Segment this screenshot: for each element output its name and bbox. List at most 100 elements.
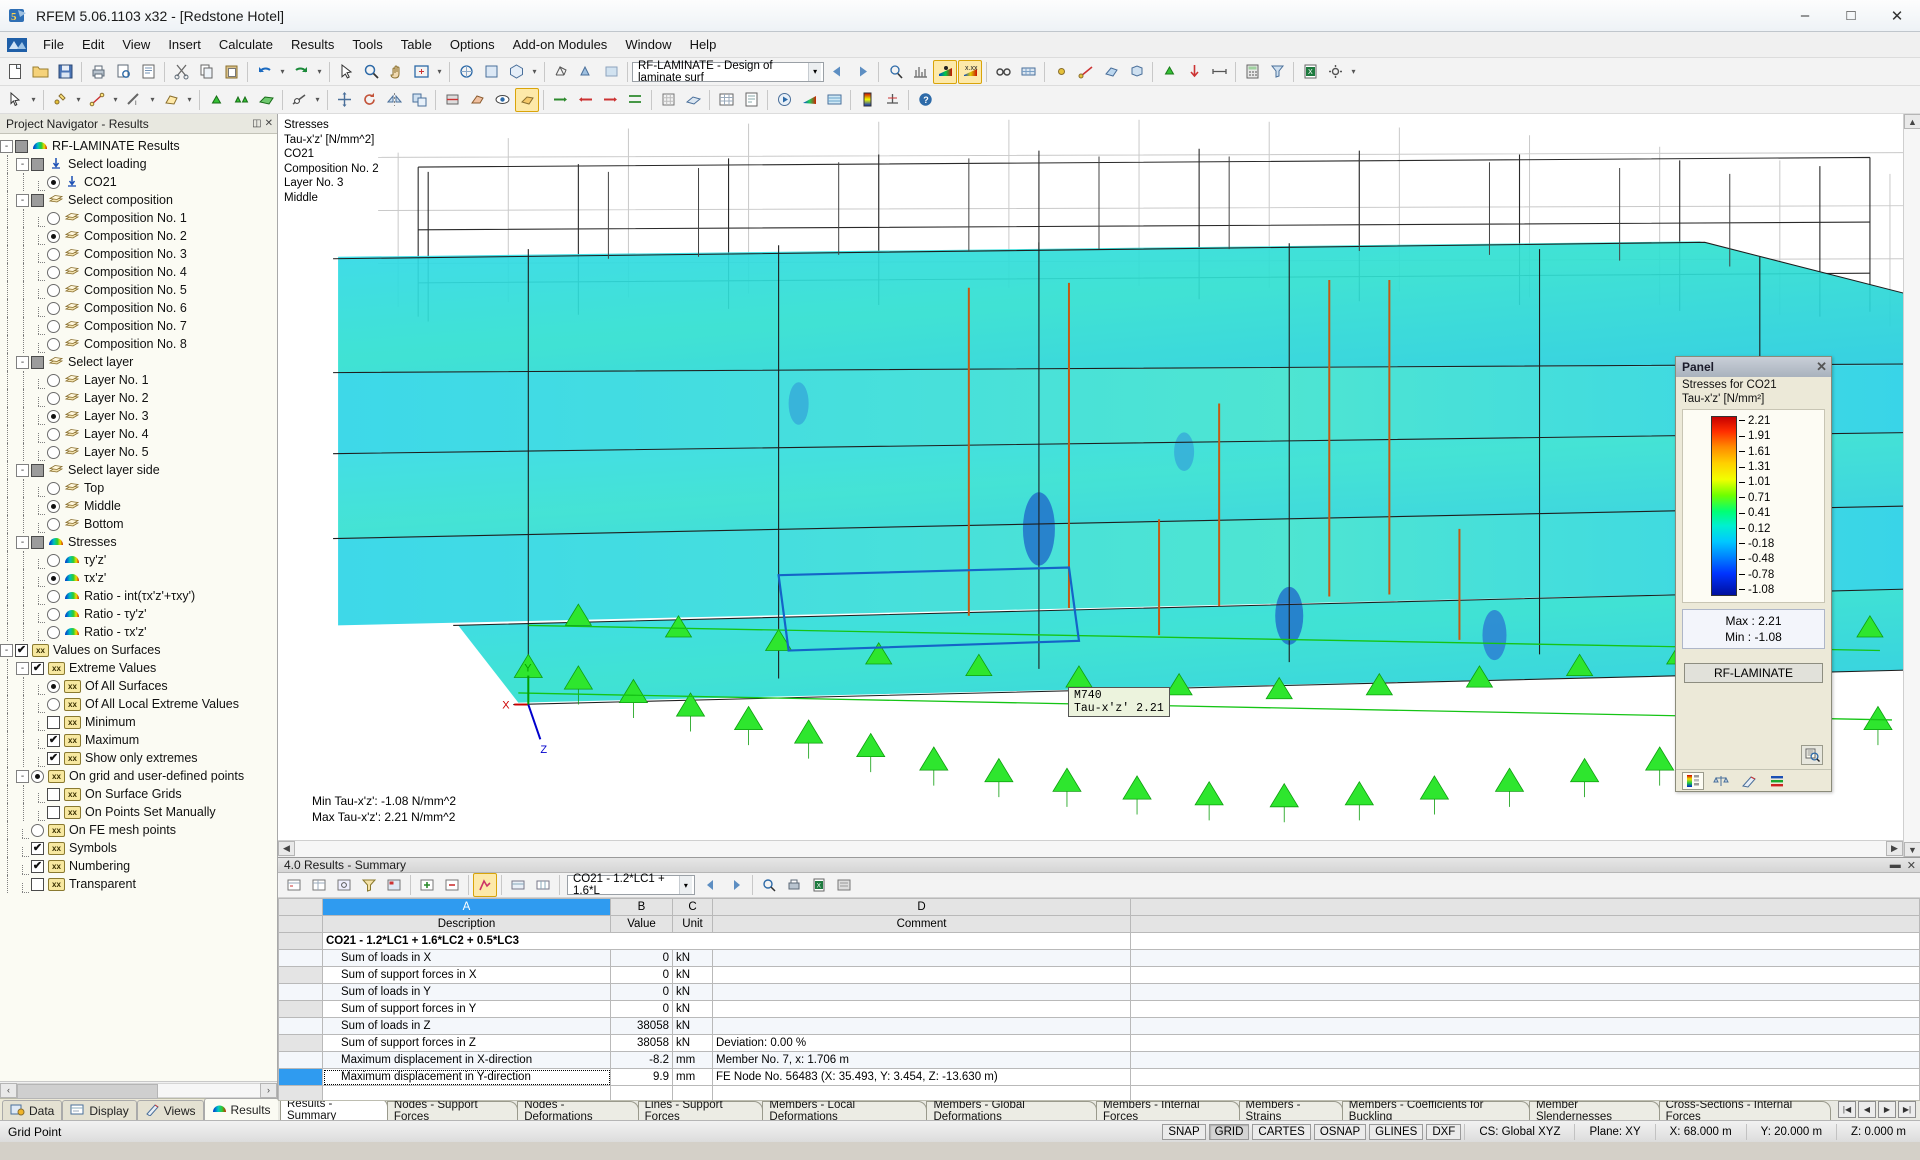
table-help-icon[interactable] bbox=[832, 873, 856, 897]
cell-value[interactable]: 0 bbox=[610, 983, 673, 1001]
paste-icon[interactable] bbox=[219, 60, 243, 84]
tree-item[interactable]: Composition No. 4 bbox=[0, 263, 277, 281]
tree-expander-icon[interactable]: - bbox=[0, 139, 13, 153]
tree-radio[interactable] bbox=[47, 211, 60, 225]
table-row-delete-icon[interactable] bbox=[440, 873, 464, 897]
hinge-dropdown-icon[interactable]: ▾ bbox=[312, 88, 323, 112]
clipping-icon[interactable] bbox=[465, 88, 489, 112]
table-close-icon[interactable]: ✕ bbox=[1907, 859, 1916, 872]
table-tab[interactable]: Cross-Sections - Internal Forces bbox=[1658, 1101, 1831, 1120]
tree-radio[interactable] bbox=[47, 337, 60, 351]
minimize-button[interactable]: – bbox=[1782, 1, 1828, 31]
rotate-view-icon[interactable] bbox=[454, 60, 478, 84]
settings-icon[interactable] bbox=[1323, 60, 1347, 84]
viewport-hscrollbar[interactable]: ◀ ▶ bbox=[278, 840, 1903, 857]
rotate-icon[interactable] bbox=[357, 88, 381, 112]
panel-magnifier-icon[interactable] bbox=[1801, 745, 1823, 765]
printout-icon[interactable] bbox=[739, 88, 763, 112]
table-tab[interactable]: Results - Summary bbox=[280, 1100, 388, 1120]
next-case-icon[interactable] bbox=[850, 60, 874, 84]
viewport-vscroll-track[interactable] bbox=[1904, 129, 1920, 842]
tree-checkbox[interactable] bbox=[31, 193, 44, 207]
render-solid-icon[interactable] bbox=[574, 60, 598, 84]
excel-export-icon[interactable]: X bbox=[1298, 60, 1322, 84]
table-export-excel-icon[interactable]: X bbox=[807, 873, 831, 897]
viewport-scroll-up-icon[interactable]: ▲ bbox=[1904, 114, 1920, 129]
row-header[interactable] bbox=[278, 1068, 323, 1086]
select-icon[interactable] bbox=[334, 60, 358, 84]
tree-item[interactable]: - Select composition bbox=[0, 191, 277, 209]
tree-item[interactable]: Layer No. 5 bbox=[0, 443, 277, 461]
tree-item[interactable]: - ✔ xx Values on Surfaces bbox=[0, 641, 277, 659]
tree-item[interactable]: - Select layer bbox=[0, 353, 277, 371]
scale-factor-icon[interactable] bbox=[880, 88, 904, 112]
col-letter-b[interactable]: B bbox=[610, 898, 673, 916]
panel-tab-filter[interactable] bbox=[1738, 772, 1760, 790]
tree-item[interactable]: Composition No. 8 bbox=[0, 335, 277, 353]
cell-comment[interactable]: FE Node No. 56483 (X: 35.493, Y: 3.454, … bbox=[712, 1068, 1131, 1086]
glasses-icon[interactable] bbox=[991, 60, 1015, 84]
tree-radio[interactable] bbox=[47, 229, 60, 243]
redo-dropdown-icon[interactable]: ▾ bbox=[314, 60, 325, 84]
tree-radio[interactable] bbox=[47, 265, 60, 279]
model-3d-render[interactable]: X Y Z bbox=[278, 114, 1920, 857]
section-icon[interactable] bbox=[440, 88, 464, 112]
filter-icon[interactable] bbox=[1265, 60, 1289, 84]
draw-line-dropdown-icon[interactable]: ▾ bbox=[110, 88, 121, 112]
deform-z-icon[interactable] bbox=[598, 88, 622, 112]
table-row[interactable]: Maximum displacement in X-direction -8.2 m… bbox=[278, 1051, 1920, 1069]
table-tab[interactable]: Members - Global Deformations bbox=[926, 1101, 1097, 1120]
tree-checkbox[interactable]: ✔ bbox=[31, 661, 44, 675]
table-prev-icon[interactable] bbox=[699, 873, 723, 897]
visibility-icon[interactable] bbox=[490, 88, 514, 112]
menu-table[interactable]: Table bbox=[392, 34, 441, 55]
color-scale-box[interactable]: 2.21 1.91 1.61 1.31 1.01 0.71 0.41 0.12 -0.18 -0.… bbox=[1682, 409, 1825, 603]
table-find-icon[interactable] bbox=[757, 873, 781, 897]
cell-description[interactable]: Maximum displacement in X-direction bbox=[322, 1051, 611, 1069]
navigator-close-icon[interactable]: ✕ bbox=[265, 118, 273, 129]
show-values-icon[interactable]: x.xx bbox=[958, 59, 982, 84]
deform-x-icon[interactable] bbox=[548, 88, 572, 112]
navigator-tab-results[interactable]: Results bbox=[203, 1098, 279, 1120]
tree-item[interactable]: ✔ xx Symbols bbox=[0, 839, 277, 857]
tree-checkbox[interactable] bbox=[15, 139, 28, 153]
cell-description[interactable]: Sum of support forces in X bbox=[322, 966, 611, 984]
cell-comment[interactable]: Member No. 7, x: 1.706 m bbox=[712, 1051, 1131, 1069]
settings-dropdown-icon[interactable]: ▾ bbox=[1348, 60, 1359, 84]
print-preview-icon[interactable] bbox=[111, 60, 135, 84]
viewport-scroll-left-icon[interactable]: ◀ bbox=[278, 841, 295, 856]
table-tab[interactable]: Members - Internal Forces bbox=[1096, 1101, 1240, 1120]
cell-unit[interactable]: kN bbox=[672, 966, 713, 984]
table-view-icon[interactable] bbox=[506, 873, 530, 897]
pan-icon[interactable] bbox=[384, 60, 408, 84]
navigator-pin-icon[interactable]: ◫ bbox=[252, 118, 261, 129]
row-header[interactable] bbox=[278, 1017, 323, 1035]
scroll-left-icon[interactable]: ‹ bbox=[0, 1082, 17, 1098]
status-toggle-snap[interactable]: SNAP bbox=[1162, 1123, 1206, 1140]
render-mode-icon[interactable] bbox=[515, 87, 539, 112]
row-header[interactable] bbox=[278, 1085, 323, 1100]
menu-edit[interactable]: Edit bbox=[73, 34, 113, 55]
table-first-icon[interactable] bbox=[282, 873, 306, 897]
cell-unit[interactable]: kN bbox=[672, 1017, 713, 1035]
table-layout-icon[interactable] bbox=[531, 873, 555, 897]
panel-tab-color-scale[interactable] bbox=[1682, 771, 1704, 790]
tree-item[interactable]: Composition No. 6 bbox=[0, 299, 277, 317]
table-icon[interactable] bbox=[714, 88, 738, 112]
tree-radio[interactable] bbox=[47, 445, 60, 459]
tree-item[interactable]: - xx On grid and user-defined points bbox=[0, 767, 277, 785]
menu-file[interactable]: File bbox=[34, 34, 73, 55]
tree-item[interactable]: Layer No. 2 bbox=[0, 389, 277, 407]
table-row[interactable]: Sum of loads in Z 38058 kN bbox=[278, 1017, 1920, 1035]
tree-checkbox[interactable] bbox=[47, 715, 60, 729]
draw-surface-dropdown-icon[interactable]: ▾ bbox=[184, 88, 195, 112]
tree-item[interactable]: Composition No. 7 bbox=[0, 317, 277, 335]
tree-item[interactable]: xx On FE mesh points bbox=[0, 821, 277, 839]
tree-checkbox[interactable] bbox=[31, 535, 44, 549]
row-header[interactable] bbox=[278, 1034, 323, 1052]
tree-expander-icon[interactable]: - bbox=[16, 355, 29, 369]
navigator-tab-display[interactable]: Display bbox=[62, 1100, 137, 1120]
cell-value[interactable]: 9.9 bbox=[610, 1068, 673, 1086]
panel-close-icon[interactable]: ✕ bbox=[1816, 359, 1827, 375]
draw-surface-icon[interactable] bbox=[159, 88, 183, 112]
